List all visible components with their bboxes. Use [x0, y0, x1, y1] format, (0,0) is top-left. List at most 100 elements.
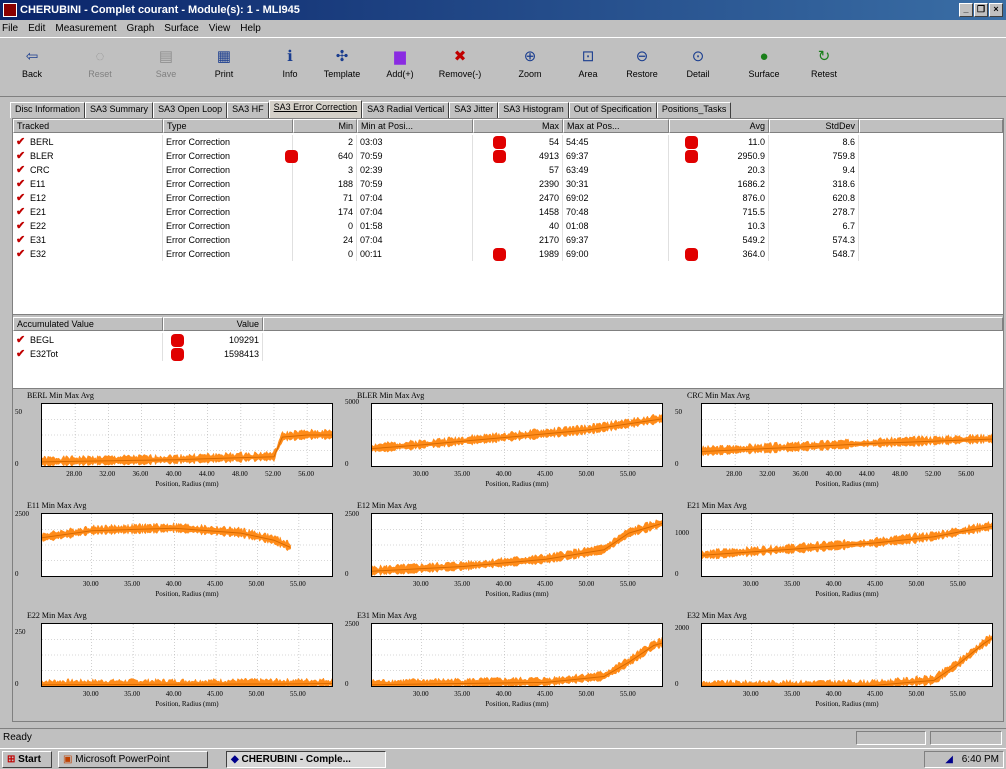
- tab-sa3-radial-vertical[interactable]: SA3 Radial Vertical: [362, 102, 450, 118]
- y-tick-label: 0: [345, 680, 349, 688]
- column-header[interactable]: Min: [293, 119, 357, 133]
- chart-svg: [701, 624, 993, 687]
- check-icon[interactable]: ✔: [16, 135, 30, 149]
- app-icon[interactable]: [3, 3, 17, 17]
- tab-out-of-specification[interactable]: Out of Specification: [568, 102, 657, 118]
- table-row[interactable]: ✔ E32 Error Correction 0 00:11 1989 69:00 364.0…: [13, 247, 1003, 261]
- column-header[interactable]: Max at Pos...: [563, 119, 669, 133]
- menu-surface[interactable]: Surface: [164, 20, 198, 37]
- table-row[interactable]: ✔ CRC Error Correction 3 02:39 57 63:49 20.3 9.4: [13, 163, 1003, 177]
- accum-row[interactable]: ✔ BEGL 109291: [13, 333, 1003, 347]
- check-icon[interactable]: ✔: [16, 247, 30, 261]
- chart-plot[interactable]: [371, 623, 663, 687]
- column-header[interactable]: StdDev: [769, 119, 859, 133]
- x-tick-label: 55.00: [619, 690, 636, 698]
- check-icon[interactable]: ✔: [16, 149, 30, 163]
- tab-sa3-hf[interactable]: SA3 HF: [227, 102, 269, 118]
- retest-button[interactable]: ↻ Retest: [796, 41, 852, 95]
- check-icon[interactable]: ✔: [16, 333, 30, 347]
- out-of-spec-flag-icon: [493, 248, 506, 261]
- check-icon[interactable]: ✔: [16, 347, 30, 361]
- table-row[interactable]: ✔ E11 Error Correction 188 70:59 2390 30:31 168…: [13, 177, 1003, 191]
- column-header[interactable]: Avg: [669, 119, 769, 133]
- table-row[interactable]: ✔ E31 Error Correction 24 07:04 2170 69:37 549.…: [13, 233, 1003, 247]
- network-icon[interactable]: ◢: [945, 754, 953, 765]
- x-tick-labels: 30.00 35.00 40.00 45.00 50.00 55.00: [371, 690, 663, 700]
- menu-view[interactable]: View: [209, 20, 231, 37]
- menu-graph[interactable]: Graph: [127, 20, 155, 37]
- save-button[interactable]: ▤ Save: [138, 41, 194, 95]
- surface-button[interactable]: ● Surface: [736, 41, 792, 95]
- check-icon[interactable]: ✔: [16, 177, 30, 191]
- check-icon[interactable]: ✔: [16, 191, 30, 205]
- menu-file[interactable]: File: [2, 20, 18, 37]
- remove-button[interactable]: ✖ Remove(-): [432, 41, 488, 95]
- chart-title: E32 Min Max Avg: [687, 611, 747, 620]
- close-button[interactable]: ×: [989, 3, 1003, 17]
- chart-plot[interactable]: [701, 623, 993, 687]
- x-tick-label: 32.00: [759, 470, 776, 478]
- chart-plot[interactable]: [41, 403, 333, 467]
- table-cell-std: 318.6: [769, 177, 859, 191]
- chart-plot[interactable]: [371, 513, 663, 577]
- chart-plot[interactable]: [41, 513, 333, 577]
- tab-sa3-summary[interactable]: SA3 Summary: [85, 102, 154, 118]
- check-icon[interactable]: ✔: [16, 233, 30, 247]
- back-button[interactable]: ⇦ Back: [4, 41, 60, 95]
- reset-button[interactable]: ◌ Reset: [72, 41, 128, 95]
- print-button[interactable]: ▦ Print: [196, 41, 252, 95]
- table-row[interactable]: ✔ BLER Error Correction 640 70:59 4913 69:37 29…: [13, 149, 1003, 163]
- taskbar-item-cherubini[interactable]: ◆ CHERUBINI - Comple...: [226, 751, 386, 768]
- clock[interactable]: 6:40 PM: [962, 754, 999, 765]
- menu-help[interactable]: Help: [240, 20, 261, 37]
- check-icon[interactable]: ✔: [16, 205, 30, 219]
- table-row[interactable]: ✔ E12 Error Correction 71 07:04 2470 69:02 876.…: [13, 191, 1003, 205]
- zoom-button[interactable]: ⊕ Zoom: [502, 41, 558, 95]
- template-button[interactable]: ✣ Template: [314, 41, 370, 95]
- chart-svg: [371, 404, 663, 466]
- accum-row[interactable]: ✔ E32Tot 1598413: [13, 347, 1003, 361]
- chart-plot[interactable]: [701, 513, 993, 577]
- tab-positions-tasks[interactable]: Positions_Tasks: [656, 102, 732, 118]
- table-cell-avg: 11.0: [669, 135, 769, 149]
- area-button[interactable]: ⊡ Area: [560, 41, 616, 95]
- check-icon[interactable]: ✔: [16, 163, 30, 177]
- add-button[interactable]: ▆ Add(+): [372, 41, 428, 95]
- taskbar-item-powerpoint[interactable]: ▣ Microsoft PowerPoint: [58, 751, 208, 768]
- x-tick-label: 35.00: [454, 690, 471, 698]
- toolbar-label: Add(+): [386, 69, 414, 79]
- column-header[interactable]: Max: [473, 119, 563, 133]
- y-tick-label: 5000: [345, 398, 359, 406]
- table-row[interactable]: ✔ E22 Error Correction 0 01:58 40 01:08 10.3 6.7: [13, 219, 1003, 233]
- y-tick-label: 2500: [345, 620, 359, 629]
- check-icon[interactable]: ✔: [16, 219, 30, 233]
- tab-sa3-histogram[interactable]: SA3 Histogram: [498, 102, 569, 118]
- cherubini-icon: ◆: [231, 754, 239, 765]
- tab-disc-information[interactable]: Disc Information: [10, 102, 86, 118]
- tab-sa3-open-loop[interactable]: SA3 Open Loop: [153, 102, 228, 118]
- detail-button[interactable]: ⊙ Detail: [670, 41, 726, 95]
- table-row[interactable]: ✔ BERL Error Correction 2 03:03 54 54:45 11.0 8.…: [13, 135, 1003, 149]
- table-cell-max-at: 54:45: [563, 135, 669, 149]
- restore-button[interactable]: ❐: [974, 3, 988, 17]
- tab-sa3-error-correction[interactable]: SA3 Error Correction: [268, 100, 363, 118]
- column-header[interactable]: Type: [163, 119, 293, 133]
- table-cell-type: Error Correction: [163, 149, 293, 163]
- start-button[interactable]: ⊞ Start: [2, 751, 52, 768]
- tab-sa3-jitter[interactable]: SA3 Jitter: [449, 102, 499, 118]
- chart-plot[interactable]: [701, 403, 993, 467]
- x-axis-label: Position, Radius (mm): [485, 590, 549, 598]
- column-header[interactable]: Accumulated Value: [13, 317, 163, 331]
- chart-plot[interactable]: [41, 623, 333, 687]
- minimize-button[interactable]: _: [959, 3, 973, 17]
- info-button[interactable]: ℹ Info: [262, 41, 318, 95]
- menu-edit[interactable]: Edit: [28, 20, 45, 37]
- column-header[interactable]: Min at Posi...: [357, 119, 473, 133]
- x-tick-label: 55.00: [289, 580, 306, 588]
- chart-plot[interactable]: [371, 403, 663, 467]
- column-header[interactable]: Value: [163, 317, 263, 331]
- menu-measurement[interactable]: Measurement: [55, 20, 116, 37]
- restore-button[interactable]: ⊖ Restore: [614, 41, 670, 95]
- column-header[interactable]: Tracked: [13, 119, 163, 133]
- table-row[interactable]: ✔ E21 Error Correction 174 07:04 1458 70:48 715…: [13, 205, 1003, 219]
